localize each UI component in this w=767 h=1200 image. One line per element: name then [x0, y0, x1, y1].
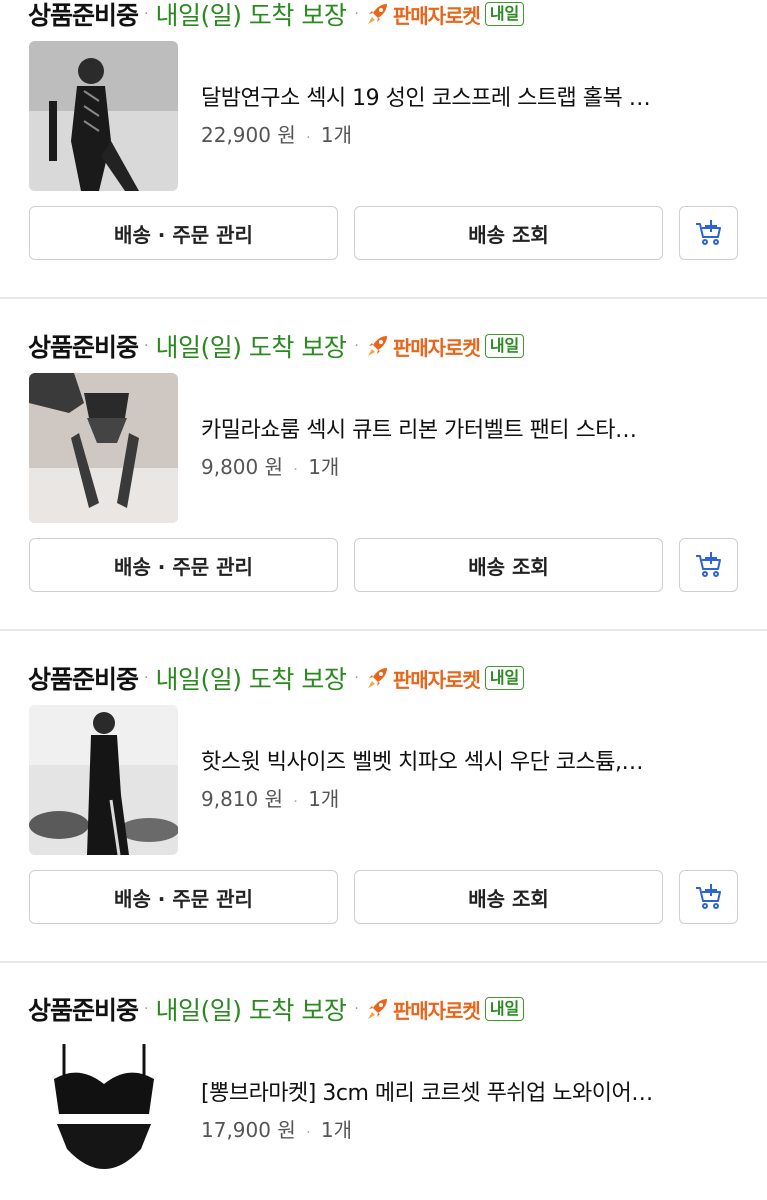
delivery-order-manage-button[interactable]: 배송 · 주문 관리 — [29, 538, 338, 592]
product-thumbnail[interactable] — [29, 1039, 178, 1189]
seller-rocket-brand: 판매자로켓 — [392, 667, 481, 692]
separator-dot: · — [354, 338, 359, 354]
add-to-cart-button[interactable] — [679, 870, 738, 924]
order-status: 상품준비중 — [28, 996, 139, 1025]
rocket-icon — [367, 336, 387, 356]
add-to-cart-button[interactable] — [679, 206, 738, 260]
seller-rocket-logo: 판매자로켓 내일 — [365, 995, 525, 1024]
price-line: 9,810 원 · 1개 — [201, 783, 339, 812]
separator-dot: · — [144, 1001, 149, 1017]
separator-dot: · — [144, 670, 149, 686]
order-card: 상품준비중 · 내일(일) 도착 보장 · 판매자로켓 내일 — [0, 658, 767, 989]
product-quantity: 1개 — [320, 1118, 353, 1142]
separator-dot: · — [293, 462, 298, 478]
seller-rocket-logo: 판매자로켓 내일 — [365, 0, 525, 29]
separator-dot: · — [354, 670, 359, 686]
order-status: 상품준비중 — [28, 665, 139, 694]
product-thumbnail[interactable] — [29, 41, 178, 191]
order-header: 상품준비중 · 내일(일) 도착 보장 · 판매자로켓 내일 — [28, 658, 525, 698]
order-card: 상품준비중 · 내일(일) 도착 보장 · 판매자로켓 내일 — [0, 326, 767, 657]
product-image — [29, 373, 178, 523]
seller-rocket-brand: 판매자로켓 — [392, 335, 481, 360]
arrival-guarantee: 내일(일) 도착 보장 — [155, 333, 347, 362]
order-list: 상품준비중 · 내일(일) 도착 보장 · 판매자로켓 내일 달밤연구소 섹시 … — [0, 0, 767, 1200]
seller-rocket-brand: 판매자로켓 — [392, 998, 481, 1023]
delivery-track-button[interactable]: 배송 조회 — [354, 870, 663, 924]
product-name[interactable]: [뽕브라마켓] 3cm 메리 코르셋 푸쉬업 노와이어… — [201, 1075, 741, 1107]
seller-rocket-logo: 판매자로켓 내일 — [365, 664, 525, 693]
rocket-icon — [367, 999, 387, 1019]
cart-add-icon — [695, 884, 721, 909]
product-price: 17,900 원 — [201, 1118, 296, 1142]
rocket-icon — [367, 4, 387, 24]
cart-add-icon — [695, 552, 721, 577]
order-status: 상품준비중 — [28, 1, 139, 30]
seller-rocket-brand: 판매자로켓 — [392, 3, 481, 28]
arrival-guarantee: 내일(일) 도착 보장 — [155, 1, 347, 30]
separator-dot: · — [293, 794, 298, 810]
product-quantity: 1개 — [308, 787, 340, 811]
separator-dot: · — [354, 6, 359, 22]
tomorrow-badge: 내일 — [484, 334, 525, 358]
tomorrow-badge: 내일 — [484, 2, 525, 26]
order-divider — [0, 961, 767, 963]
separator-dot: · — [306, 130, 311, 146]
order-divider — [0, 297, 767, 299]
delivery-track-button[interactable]: 배송 조회 — [354, 538, 663, 592]
order-header: 상품준비중 · 내일(일) 도착 보장 · 판매자로켓 내일 — [28, 989, 525, 1029]
tomorrow-badge: 내일 — [484, 997, 525, 1021]
product-thumbnail[interactable] — [29, 705, 178, 855]
separator-dot: · — [144, 6, 149, 22]
product-quantity: 1개 — [320, 123, 353, 147]
product-quantity: 1개 — [308, 455, 340, 479]
product-price: 9,800 원 — [201, 455, 284, 479]
order-card: 상품준비중 · 내일(일) 도착 보장 · 판매자로켓 내일 — [0, 989, 767, 1200]
separator-dot: · — [144, 338, 149, 354]
order-card: 상품준비중 · 내일(일) 도착 보장 · 판매자로켓 내일 — [0, 0, 767, 325]
delivery-order-manage-button[interactable]: 배송 · 주문 관리 — [29, 870, 338, 924]
rocket-icon — [367, 668, 387, 688]
add-to-cart-button[interactable] — [679, 538, 738, 592]
seller-rocket-logo: 판매자로켓 내일 — [365, 332, 525, 361]
product-thumbnail[interactable] — [29, 373, 178, 523]
price-line: 22,900 원 · 1개 — [201, 119, 352, 148]
delivery-order-manage-button[interactable]: 배송 · 주문 관리 — [29, 206, 338, 260]
price-line: 9,800 원 · 1개 — [201, 451, 339, 480]
product-image — [29, 1039, 178, 1189]
delivery-track-button[interactable]: 배송 조회 — [354, 206, 663, 260]
price-line: 17,900 원 · 1개 — [201, 1114, 352, 1143]
arrival-guarantee: 내일(일) 도착 보장 — [155, 665, 347, 694]
arrival-guarantee: 내일(일) 도착 보장 — [155, 996, 347, 1025]
separator-dot: · — [306, 1125, 311, 1141]
product-name[interactable]: 카밀라쇼룸 섹시 큐트 리본 가터벨트 팬티 스타… — [201, 412, 741, 444]
product-name[interactable]: 달밤연구소 섹시 19 성인 코스프레 스트랩 홀복 … — [201, 80, 741, 112]
product-image — [29, 705, 178, 855]
separator-dot: · — [354, 1001, 359, 1017]
order-header: 상품준비중 · 내일(일) 도착 보장 · 판매자로켓 내일 — [28, 326, 525, 366]
order-header: 상품준비중 · 내일(일) 도착 보장 · 판매자로켓 내일 — [28, 0, 525, 34]
order-divider — [0, 629, 767, 631]
tomorrow-badge: 내일 — [484, 666, 525, 690]
product-price: 22,900 원 — [201, 123, 296, 147]
order-status: 상품준비중 — [28, 333, 139, 362]
product-image — [29, 41, 178, 191]
cart-add-icon — [695, 220, 721, 245]
product-price: 9,810 원 — [201, 787, 284, 811]
product-name[interactable]: 핫스윗 빅사이즈 벨벳 치파오 섹시 우단 코스튬,… — [201, 744, 741, 776]
